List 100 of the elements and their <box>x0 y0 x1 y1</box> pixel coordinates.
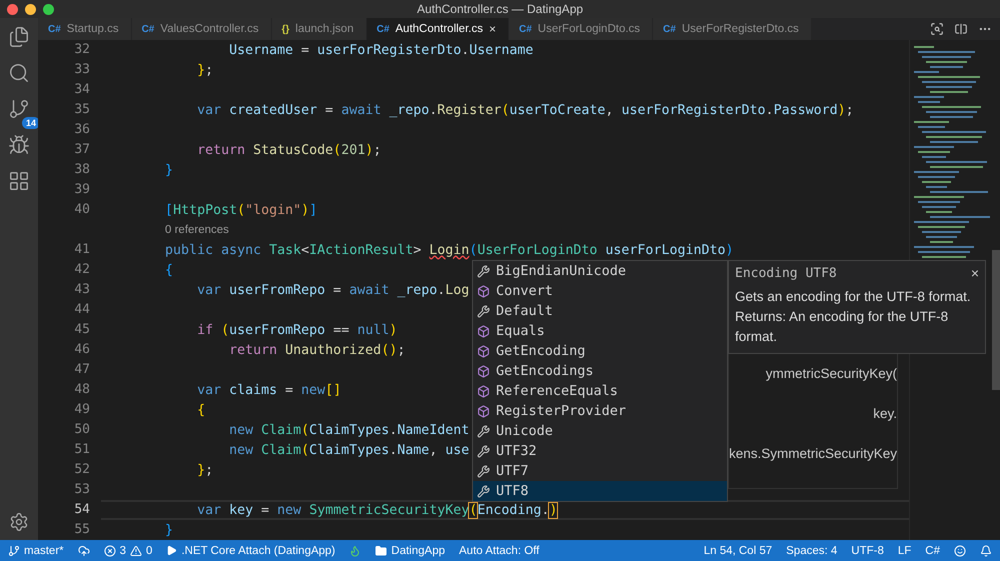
details-text: Gets an encoding for the UTF-8 format. <box>735 288 972 306</box>
code-line: return Unauthorized(); <box>228 342 406 358</box>
suggestion-item[interactable]: Unicode <box>473 421 727 441</box>
code-line: var createdUser = await _repo.Register(userToCreate, userForRegisterDto.Password); <box>196 102 854 118</box>
scrollbar-thumb[interactable] <box>992 250 1000 390</box>
wrench-icon <box>477 264 490 278</box>
line-number: 38 <box>73 161 90 179</box>
line-number: 34 <box>73 81 90 99</box>
editor-tab[interactable]: C# ValuesController.cs <box>132 18 272 40</box>
line-number: 35 <box>73 101 90 119</box>
code-line: } <box>164 162 174 178</box>
code-line: var claims = new[] <box>196 382 342 398</box>
file-type-icon: C# <box>48 24 61 34</box>
suggestion-item[interactable]: GetEncoding <box>473 341 727 361</box>
cube-icon <box>477 384 490 398</box>
suggestion-item[interactable]: UTF32 <box>473 441 727 461</box>
suggestion-item[interactable]: Default <box>473 301 727 321</box>
encoding-status[interactable]: UTF-8 <box>851 544 884 556</box>
line-number: 41 <box>73 241 90 259</box>
editor-tab[interactable]: {} launch.json <box>272 18 367 40</box>
split-editor-icon[interactable] <box>954 22 968 36</box>
indentation-status[interactable]: Spaces: 4 <box>786 544 838 556</box>
extensions-icon[interactable] <box>8 170 30 192</box>
settings-icon[interactable] <box>9 512 29 532</box>
tab-label: Startup.cs <box>66 23 119 35</box>
code-line: public async Task<IActionResult> Login(UserForLoginDto userForLoginDto) <box>164 242 734 258</box>
wrench-icon <box>477 464 490 478</box>
suggestion-item[interactable]: UTF8 <box>473 481 727 501</box>
code-line: if (userFromRepo == null) <box>196 322 398 338</box>
code-line: }; <box>196 62 214 78</box>
debug-config-button[interactable]: .NET Core Attach (DatingApp) <box>166 544 336 556</box>
file-type-icon: C# <box>518 24 532 34</box>
sync-icon[interactable] <box>78 544 90 556</box>
suggestion-item[interactable]: RegisterProvider <box>473 401 727 421</box>
editor-tab[interactable]: C# Startup.cs <box>38 18 132 40</box>
explorer-icon[interactable] <box>8 26 30 48</box>
close-icon[interactable]: × <box>970 265 979 281</box>
window-close-button[interactable] <box>7 4 18 15</box>
code-line: }; <box>196 462 214 478</box>
debug-icon[interactable] <box>8 134 30 156</box>
file-type-icon: {} <box>282 24 290 34</box>
line-number: 51 <box>73 441 90 459</box>
line-ending-status[interactable]: LF <box>898 544 912 556</box>
window-title: AuthController.cs — DatingApp <box>416 2 584 16</box>
code-line: var key = new SymmetricSecurityKey(Encoding.) <box>196 502 558 518</box>
tab-label: UserForLoginDto.cs <box>538 23 640 35</box>
line-number: 32 <box>73 41 90 59</box>
details-text: Returns: An encoding for the UTF-8 format. <box>735 308 950 346</box>
code-line: new Claim(ClaimTypes.Name, use <box>228 442 470 458</box>
line-number: 40 <box>73 201 90 219</box>
hint-text: key. <box>872 405 897 423</box>
line-number: 39 <box>73 181 90 199</box>
source-control-icon[interactable] <box>8 98 30 120</box>
language-mode[interactable]: C# <box>925 544 940 556</box>
flame-icon[interactable] <box>349 544 362 556</box>
close-icon[interactable]: × <box>488 22 496 36</box>
editor-tab[interactable]: C# UserForLoginDto.cs <box>508 18 654 40</box>
references-codelens[interactable]: 0 references <box>165 224 229 236</box>
bell-icon[interactable] <box>980 544 992 556</box>
cube-icon <box>477 324 490 338</box>
cube-icon <box>477 344 490 358</box>
line-number: 48 <box>73 381 90 399</box>
code-line: { <box>196 402 206 418</box>
code-line: var userFromRepo = await _repo.Log <box>196 282 470 298</box>
tab-label: UserForRegisterDto.cs <box>682 23 799 35</box>
suggestion-item[interactable]: Convert <box>473 281 727 301</box>
window-minimize-button[interactable] <box>25 4 36 15</box>
wrench-icon <box>477 424 490 438</box>
suggestion-item[interactable]: UTF7 <box>473 461 727 481</box>
line-number: 47 <box>73 361 90 379</box>
line-number: 43 <box>73 281 90 299</box>
line-number: 45 <box>73 321 90 339</box>
branch-indicator[interactable]: master* <box>8 544 64 556</box>
suggestion-item[interactable]: Equals <box>473 321 727 341</box>
code-line: new Claim(ClaimTypes.NameIdent <box>228 422 470 438</box>
search-icon[interactable] <box>8 62 30 84</box>
suggestion-item[interactable]: GetEncodings <box>473 361 727 381</box>
line-number: 37 <box>73 141 90 159</box>
line-number: 50 <box>73 421 90 439</box>
open-changes-icon[interactable] <box>930 22 944 36</box>
hint-text: kens.SymmetricSecurityKey <box>729 445 897 463</box>
suggestion-item[interactable]: BigEndianUnicode <box>473 261 727 281</box>
suggestion-item[interactable]: ReferenceEquals <box>473 381 727 401</box>
line-number: 42 <box>73 261 90 279</box>
folder-indicator[interactable]: DatingApp <box>375 544 445 556</box>
line-number: 49 <box>73 401 90 419</box>
line-number: 52 <box>73 461 90 479</box>
auto-attach-status[interactable]: Auto Attach: Off <box>459 544 540 556</box>
code-line: [HttpPost("login")] <box>164 202 318 218</box>
editor-tab[interactable]: C# UserForRegisterDto.cs <box>653 18 812 40</box>
wrench-icon <box>477 484 490 498</box>
smiley-icon[interactable] <box>954 544 966 556</box>
editor-tab[interactable]: C# AuthController.cs × <box>366 18 509 40</box>
window-zoom-button[interactable] <box>43 4 54 15</box>
cursor-position[interactable]: Ln 54, Col 57 <box>704 544 772 556</box>
details-title: Encoding UTF8 <box>735 266 837 280</box>
line-number: 55 <box>73 521 90 539</box>
wrench-icon <box>477 444 490 458</box>
problems-indicator[interactable]: 3 0 <box>104 544 152 556</box>
file-type-icon: C# <box>142 24 154 34</box>
